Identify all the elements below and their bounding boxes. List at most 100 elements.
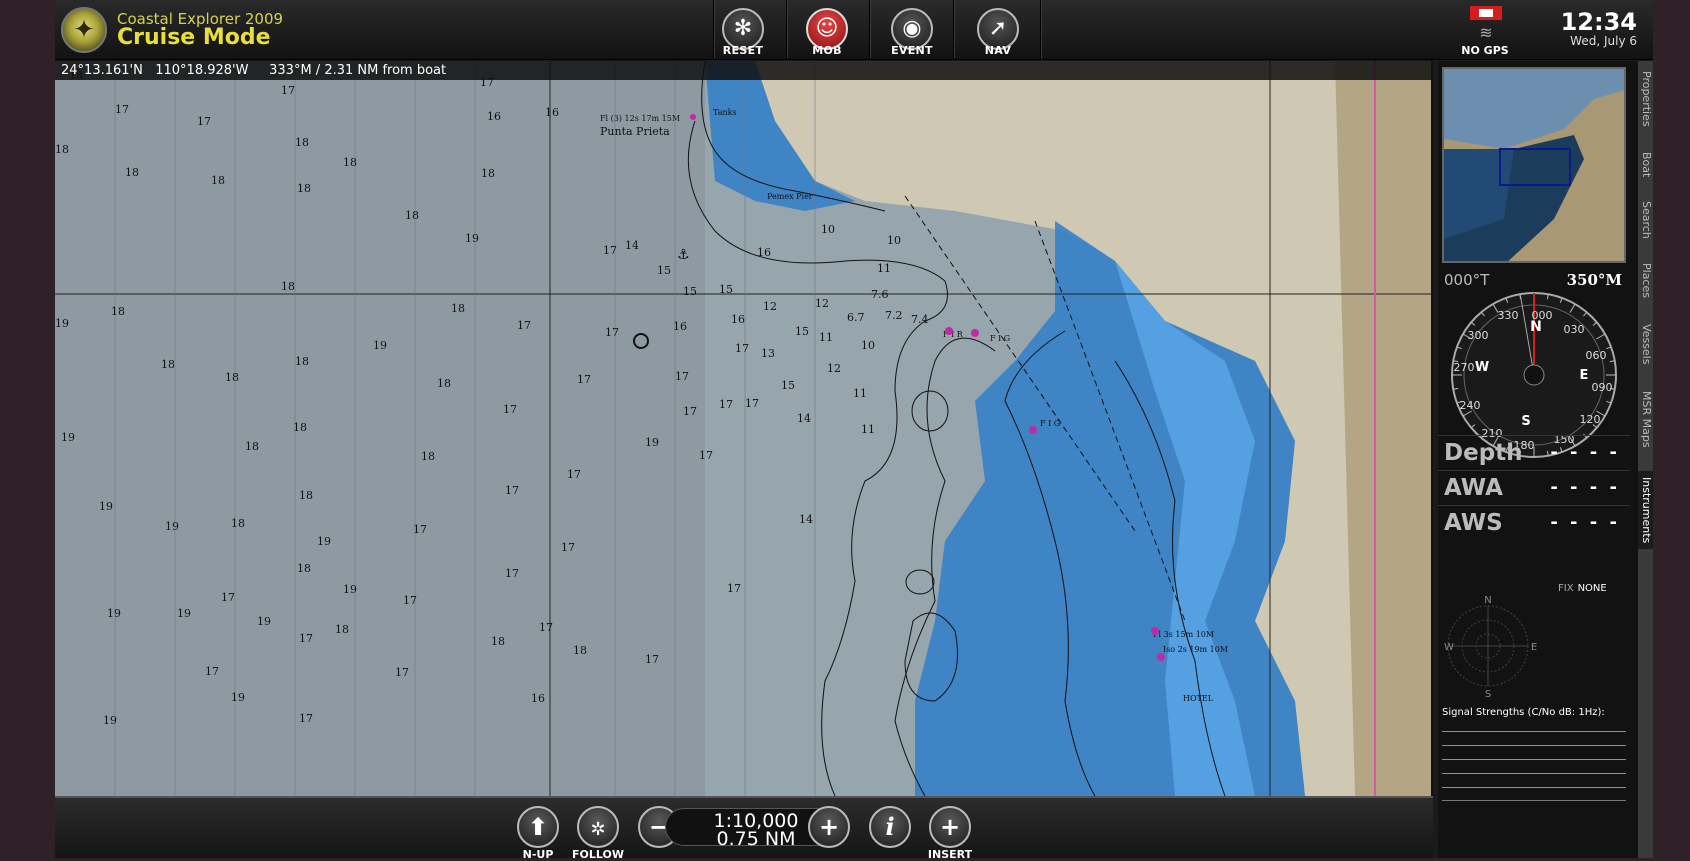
signal-strengths-label: Signal Strengths (C/No dB: 1Hz): [1442,707,1605,718]
gps-status-label: NO GPS [1461,44,1509,57]
overview-canvas [1444,69,1624,261]
svg-text:17: 17 [745,397,759,410]
svg-text:15: 15 [719,283,733,296]
pemex-pier-label: Pemex Pier [767,192,813,201]
svg-text:19: 19 [231,691,245,704]
zoom-in-button[interactable]: + [808,806,850,848]
svg-text:7.6: 7.6 [871,288,889,301]
svg-text:12: 12 [763,300,777,313]
svg-text:11: 11 [819,331,833,344]
right-panel: 000°T 350°M N E S W 000 030 060 090 120 … [1438,61,1638,858]
svg-text:18: 18 [491,635,505,648]
svg-text:14: 14 [625,239,639,252]
aws-instrument[interactable]: AWS - - - - [1438,505,1630,539]
svg-text:18: 18 [211,174,225,187]
north-up-arrow-icon: ⬆ [527,813,549,841]
svg-text:18: 18 [225,371,239,384]
svg-text:17: 17 [281,84,295,97]
north-up-button[interactable]: ⬆ [517,806,559,848]
depth-instrument[interactable]: Depth - - - - [1438,435,1630,469]
cursor-latitude: 24°13.161'N [61,63,143,78]
tab-properties[interactable]: Properties [1638,67,1653,131]
svg-text:330: 330 [1498,309,1519,322]
hotel-label: HOTEL [1183,694,1214,703]
canada-flag-icon [1470,6,1502,20]
nautical-chart-map[interactable]: 18 17 17 17 17 16 16 18 18 18 18 18 18 18 18 19 18 1… [55,61,1433,796]
tanks-label: Tanks [713,108,737,117]
svg-text:18: 18 [125,166,139,179]
follow-label: FOLLOW [572,848,624,861]
svg-text:060: 060 [1586,349,1607,362]
svg-text:15: 15 [683,285,697,298]
insert-button[interactable]: + [929,806,971,848]
svg-text:7.2: 7.2 [885,309,903,322]
signal-strength-chart [1442,723,1626,801]
gps-signal-icon: ≋ [1479,23,1493,42]
tab-search[interactable]: Search [1638,195,1653,245]
svg-text:19: 19 [465,232,479,245]
reset-button[interactable]: ✻ RESET [701,0,785,58]
svg-text:16: 16 [531,692,545,705]
svg-text:16: 16 [731,313,745,326]
light-iso-label: Iso 2s 19m 10M [1163,645,1228,654]
nav-button[interactable]: ➚ NAV [956,0,1040,58]
overview-map[interactable] [1442,67,1626,263]
tab-places[interactable]: Places [1638,257,1653,303]
svg-text:17: 17 [115,103,129,116]
follow-button[interactable]: ✲ [577,806,619,848]
top-toolbar: Coastal Explorer 2009 Cruise Mode ✻ RESE… [55,0,1653,60]
svg-text:19: 19 [103,714,117,727]
svg-text:12: 12 [815,297,829,310]
svg-text:13: 13 [761,347,775,360]
sky-w: W [1444,642,1454,653]
svg-text:270: 270 [1454,361,1475,374]
svg-text:17: 17 [561,541,575,554]
svg-text:17: 17 [505,484,519,497]
app-window: Coastal Explorer 2009 Cruise Mode ✻ RESE… [55,0,1653,861]
info-button[interactable]: i [869,806,911,848]
svg-text:17: 17 [395,666,409,679]
sky-s: S [1485,689,1491,700]
svg-text:17: 17 [197,115,211,128]
svg-text:17: 17 [577,373,591,386]
svg-text:19: 19 [177,607,191,620]
svg-text:18: 18 [335,623,349,636]
svg-text:11: 11 [853,387,867,400]
svg-text:18: 18 [161,358,175,371]
svg-text:19: 19 [55,317,69,330]
mob-button[interactable]: ☺ MOB [785,0,869,58]
depth-value: - - - - [1550,442,1620,463]
cursor-readout-bar: 24°13.161'N 110°18.928'W 333°M / 2.31 NM… [55,61,1431,80]
tab-msr-maps[interactable]: MSR Maps [1638,385,1653,453]
svg-text:17: 17 [727,582,741,595]
svg-text:17: 17 [645,653,659,666]
event-button[interactable]: ◉ EVENT [870,0,954,58]
svg-text:14: 14 [797,412,811,425]
svg-text:19: 19 [61,431,75,444]
tab-instruments[interactable]: Instruments [1638,471,1653,549]
awa-instrument[interactable]: AWA - - - - [1438,470,1630,504]
svg-text:15: 15 [657,264,671,277]
mode-title: Cruise Mode [117,25,271,50]
tab-boat[interactable]: Boat [1638,145,1653,185]
svg-text:7.4: 7.4 [911,313,929,326]
svg-text:19: 19 [107,607,121,620]
aws-value: - - - - [1550,512,1620,533]
compass-e: E [1580,368,1589,383]
svg-text:14: 14 [799,513,813,526]
svg-text:17: 17 [517,319,531,332]
svg-text:17: 17 [699,449,713,462]
tab-vessels[interactable]: Vessels [1638,317,1653,371]
svg-text:6.7: 6.7 [847,311,865,324]
compass-w: W [1475,360,1489,375]
fig-label-1: F I G [990,334,1010,343]
svg-text:17: 17 [403,594,417,607]
svg-text:18: 18 [405,209,419,222]
svg-text:17: 17 [675,370,689,383]
insert-plus-icon: + [939,813,961,841]
svg-text:11: 11 [877,262,891,275]
light-s-label: Fl 3s 15m 10M [1153,630,1214,639]
svg-text:17: 17 [299,632,313,645]
svg-text:19: 19 [317,535,331,548]
svg-text:19: 19 [343,583,357,596]
